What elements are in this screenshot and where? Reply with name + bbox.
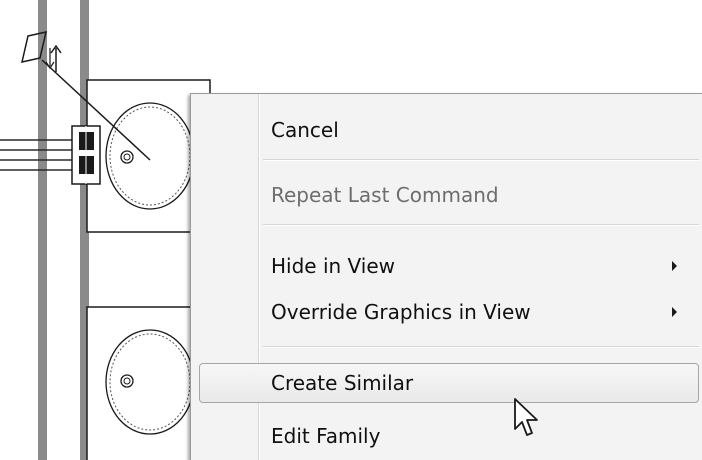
menu-item-label: Repeat Last Command	[271, 183, 499, 207]
chevron-right-icon	[672, 261, 677, 271]
menu-item-label: Hide in View	[271, 254, 396, 278]
menu-item-create-similar[interactable]: Create Similar	[199, 363, 699, 403]
menu-item-label: Override Graphics in View	[271, 300, 531, 324]
mouse-pointer-icon	[514, 398, 538, 436]
menu-item-override-graphics-in-view[interactable]: Override Graphics in View	[191, 292, 699, 332]
menu-item-edit-family[interactable]: Edit Family	[191, 416, 699, 456]
menu-item-cancel[interactable]: Cancel	[191, 110, 699, 150]
context-menu: Cancel Repeat Last Command Hide in View …	[190, 93, 702, 460]
menu-item-repeat-last-command[interactable]: Repeat Last Command	[191, 175, 699, 215]
revit-canvas[interactable]: Cancel Repeat Last Command Hide in View …	[0, 0, 702, 460]
wall-left[interactable]	[38, 0, 47, 460]
menu-item-label: Cancel	[271, 118, 339, 142]
menu-separator	[263, 159, 699, 161]
menu-separator	[263, 224, 699, 226]
menu-item-label: Create Similar	[271, 371, 414, 395]
chevron-right-icon	[672, 307, 677, 317]
connector-block[interactable]	[71, 125, 101, 185]
menu-item-label: Edit Family	[271, 424, 381, 448]
menu-item-hide-in-view[interactable]: Hide in View	[191, 246, 699, 286]
menu-separator	[263, 346, 699, 348]
